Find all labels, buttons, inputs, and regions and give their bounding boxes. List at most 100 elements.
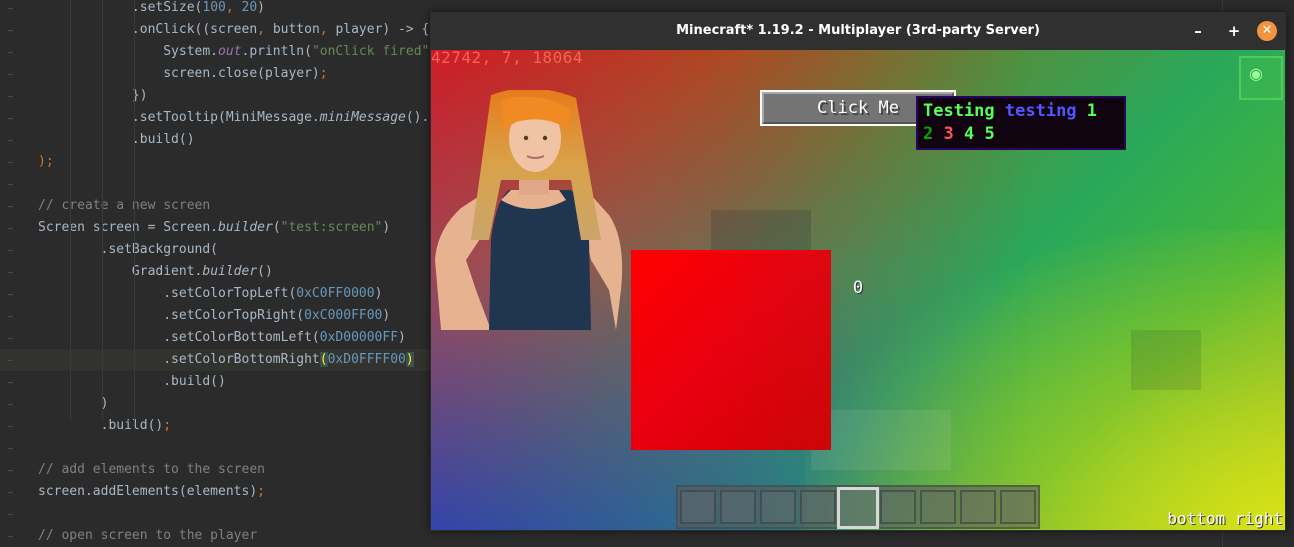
portrait-image (435, 90, 623, 330)
indent-guide (102, 0, 103, 420)
terrain-block (1131, 330, 1201, 390)
window-title: Minecraft* 1.19.2 - Multiplayer (3rd-par… (676, 23, 1040, 38)
gutter-marker (8, 52, 13, 53)
code-token: miniMessage (319, 110, 406, 125)
code-token: , (319, 22, 336, 37)
code-token: // add elements to the screen (38, 462, 265, 477)
gutter-marker (8, 96, 13, 97)
gutter-marker (8, 74, 13, 75)
code-token: "test:screen" (280, 220, 383, 235)
minimize-icon[interactable]: – (1188, 21, 1208, 41)
button-tooltip: Testing testing 1 2 3 4 5 (916, 96, 1126, 150)
close-icon[interactable]: ✕ (1257, 21, 1277, 41)
hotbar-slot[interactable] (800, 490, 836, 524)
gutter-marker (8, 536, 13, 537)
hotbar-slot[interactable] (920, 490, 956, 524)
tooltip-text: Testing (923, 101, 1005, 121)
code-token: .setColorTopRight( (38, 308, 305, 323)
gutter-marker (8, 162, 13, 163)
code-token: , (225, 0, 242, 15)
red-square-element (631, 250, 831, 450)
code-token: .setColorTopLeft( (38, 286, 297, 301)
code-token: ) (382, 308, 391, 323)
tooltip-text: 4 5 (963, 124, 995, 144)
tooltip-text: 1 (1086, 101, 1098, 121)
gutter-marker (8, 470, 13, 471)
game-viewport[interactable]: 42742, 7, 18064 ◉ 0 Click Me Testing tes… (431, 50, 1285, 530)
code-token: ; (257, 484, 265, 499)
bottom-right-label: bottom right (1167, 509, 1283, 528)
code-token: ) (38, 396, 109, 411)
code-token: .setSize( (38, 0, 203, 15)
gutter-marker (8, 426, 13, 427)
gutter-marker (8, 30, 13, 31)
code-token: Gradient. (38, 264, 203, 279)
hotbar-slot[interactable] (1000, 490, 1036, 524)
code-token: screen.addElements(elements) (38, 484, 258, 499)
hotbar-slot[interactable] (880, 490, 916, 524)
hotbar-slot[interactable] (760, 490, 796, 524)
minecraft-window[interactable]: Minecraft* 1.19.2 - Multiplayer (3rd-par… (430, 12, 1286, 531)
hotbar[interactable] (676, 485, 1040, 529)
code-token: "onClick fired" (311, 44, 430, 59)
code-token: .println( (241, 44, 312, 59)
gutter-marker (8, 228, 13, 229)
gutter-marker (8, 140, 13, 141)
gutter-marker (8, 250, 13, 251)
code-token: ) (374, 286, 383, 301)
server-icon: ◉ (1239, 56, 1283, 100)
tooltip-text: testing (1004, 101, 1087, 121)
indent-guide (70, 0, 71, 420)
code-token: ) (257, 0, 265, 15)
indent-guide (134, 0, 135, 420)
code-token: ; (319, 66, 328, 81)
code-token: builder (202, 264, 258, 279)
code-token: .build() (38, 418, 164, 433)
tooltip-line-1: Testing testing 1 (923, 100, 1119, 123)
gutter-marker (8, 184, 13, 185)
code-token: 0xC000FF00 (304, 308, 383, 323)
code-token: }) (38, 88, 148, 103)
gutter-marker (8, 118, 13, 119)
code-token: .setColorBottomRight (38, 352, 320, 367)
center-value: 0 (852, 278, 864, 298)
tooltip-text: 3 (943, 124, 964, 144)
code-token: // open screen to the player (38, 528, 258, 543)
code-token: () (257, 264, 273, 279)
code-token: 0xD00000FF (319, 330, 399, 345)
hotbar-slot[interactable] (680, 490, 716, 524)
code-token: ( (272, 220, 281, 235)
code-token: System. (38, 44, 219, 59)
gutter-marker (8, 316, 13, 317)
tooltip-line-2: 2 3 4 5 (923, 123, 1119, 146)
code-token: ); (38, 154, 54, 169)
code-token: out (218, 44, 242, 59)
code-token: .build() (38, 132, 195, 147)
gutter-marker (8, 448, 13, 449)
hotbar-slot[interactable] (720, 490, 756, 524)
code-token: builder (218, 220, 273, 235)
code-token: // create a new screen (38, 198, 211, 213)
code-token: 0xD0FFFF00 (327, 352, 406, 367)
code-token: .setTooltip(MiniMessage. (38, 110, 320, 125)
gutter-marker (8, 272, 13, 273)
window-titlebar[interactable]: Minecraft* 1.19.2 - Multiplayer (3rd-par… (430, 12, 1286, 50)
gutter-marker (8, 382, 13, 383)
code-token: .setColorBottomLeft( (38, 330, 320, 345)
terrain-block (811, 410, 951, 470)
code-token: screen.close(player) (38, 66, 320, 81)
code-token: ; (163, 418, 172, 433)
hotbar-slot[interactable] (960, 490, 996, 524)
gutter-marker (8, 514, 13, 515)
code-token: .setBackground( (38, 242, 219, 257)
gutter-marker (8, 206, 13, 207)
hotbar-slot-selected[interactable] (837, 487, 879, 529)
gutter-marker (8, 8, 13, 9)
code-token: , (257, 22, 273, 37)
code-token: 20 (241, 0, 258, 15)
gutter-marker (8, 360, 13, 361)
code-token: player) -> { (335, 22, 430, 37)
code-token: ) (382, 220, 391, 235)
code-token: ( (319, 352, 328, 367)
maximize-icon[interactable]: + (1224, 21, 1244, 41)
